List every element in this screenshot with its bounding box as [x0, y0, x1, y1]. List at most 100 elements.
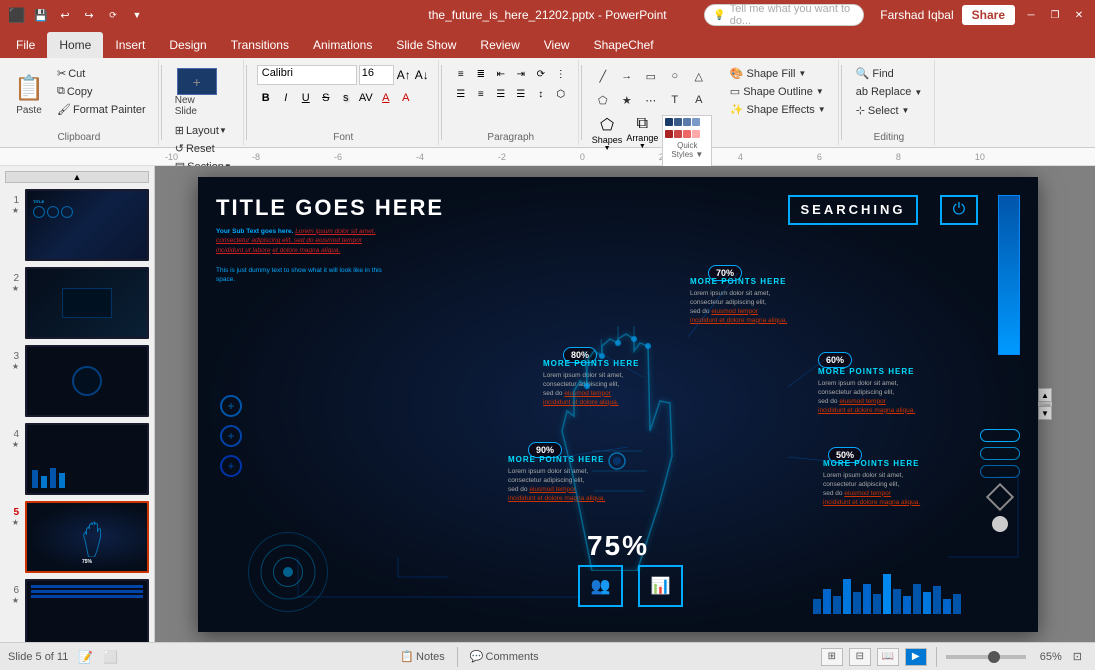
tab-slideshow[interactable]: Slide Show — [384, 32, 468, 58]
arrange-button[interactable]: ⧉ Arrange ▼ — [626, 115, 658, 170]
font-name-dropdown[interactable]: Calibri — [257, 65, 357, 85]
align-justify-button[interactable]: ☰ — [512, 85, 530, 103]
customize-icon[interactable]: ▼ — [128, 6, 146, 24]
bar-9 — [893, 589, 901, 614]
indent-decrease-button[interactable]: ⇤ — [492, 65, 510, 83]
scroll-thumb[interactable] — [1040, 404, 1050, 406]
select-button[interactable]: ⊹ Select ▼ — [852, 102, 914, 119]
triangle-shape-btn[interactable]: △ — [688, 65, 710, 87]
quick-access-toolbar: ⬛ 💾 ↩ ↪ ⟳ ▼ — [8, 6, 146, 24]
cut-button[interactable]: ✂ Cut — [53, 65, 150, 82]
tab-file[interactable]: File — [4, 32, 47, 58]
close-button[interactable]: ✕ — [1071, 7, 1087, 23]
reset-button[interactable]: ↺ Reset — [172, 141, 218, 156]
find-button[interactable]: 🔍 Find — [852, 65, 898, 82]
normal-view-button[interactable]: ⊞ — [821, 648, 843, 666]
rect-shape-btn[interactable]: ▭ — [640, 65, 662, 87]
panel-scroll-up[interactable]: ▲ — [5, 171, 149, 183]
select-icon: ⊹ — [856, 104, 865, 117]
slideshow-button[interactable]: ▶ — [905, 648, 927, 666]
bullets-button[interactable]: ≡ — [452, 65, 470, 83]
slide-thumb-6[interactable]: 6 ★ — [5, 579, 149, 642]
shape-outline-button[interactable]: ▭ Shape Outline ▼ — [726, 83, 830, 100]
arrow-shape-btn[interactable]: → — [616, 65, 638, 87]
align-right-button[interactable]: ☰ — [492, 85, 510, 103]
charspacing-button[interactable]: AV — [357, 89, 375, 107]
strikethrough-button[interactable]: S — [317, 89, 335, 107]
fit-slide-button[interactable]: ⊡ — [1068, 648, 1087, 665]
bold-button[interactable]: B — [257, 89, 275, 107]
slide-sorter-button[interactable]: ⊟ — [849, 648, 871, 666]
star-shape-btn[interactable]: ★ — [616, 89, 638, 111]
pill-2 — [980, 447, 1020, 460]
tab-insert[interactable]: Insert — [103, 32, 157, 58]
slide-thumb-2[interactable]: 2 ★ — [5, 267, 149, 339]
more-shapes-btn[interactable]: ⋯ — [640, 89, 662, 111]
reading-view-button[interactable]: 📖 — [877, 648, 899, 666]
textcolor-button[interactable]: A — [397, 89, 415, 107]
line-spacing-button[interactable]: ↕ — [532, 85, 550, 103]
slide-thumb-5[interactable]: 5 ★ 75% — [5, 501, 149, 573]
slide-thumb-4[interactable]: 4 ★ — [5, 423, 149, 495]
shape-outline-dropdown-icon: ▼ — [816, 87, 824, 96]
zoom-slider[interactable] — [946, 655, 1026, 659]
tell-me-input[interactable]: 💡 Tell me what you want to do... — [704, 4, 864, 26]
smartart-convert-button[interactable]: ⬡ — [552, 85, 570, 103]
tab-shapechef[interactable]: ShapeChef — [582, 32, 666, 58]
ribbon-group-clipboard: 📋 Paste ✂ Cut ⧉ Copy 🖌 Format Painter Cl… — [0, 60, 159, 145]
scroll-down-arrow[interactable]: ▼ — [1038, 406, 1052, 420]
numbering-button[interactable]: ≣ — [472, 65, 490, 83]
slide-thumb-3[interactable]: 3 ★ — [5, 345, 149, 417]
new-slide-button[interactable]: + New Slide — [172, 65, 222, 120]
undo-icon[interactable]: ↩ — [56, 6, 74, 24]
shadow-button[interactable]: s — [337, 89, 355, 107]
text-direction-button[interactable]: ⟳ — [532, 65, 550, 83]
app-icon: ⬛ — [8, 6, 26, 24]
layout-button[interactable]: ⊞ Layout ▼ — [172, 123, 230, 138]
align-center-button[interactable]: ≡ — [472, 85, 490, 103]
font-size-dropdown[interactable]: 16 — [359, 65, 394, 85]
replace-button[interactable]: ab Replace ▼ — [852, 84, 927, 100]
tab-review[interactable]: Review — [468, 32, 531, 58]
redo-icon[interactable]: ↪ — [80, 6, 98, 24]
tab-view[interactable]: View — [532, 32, 582, 58]
indent-increase-button[interactable]: ⇥ — [512, 65, 530, 83]
circle-shape-btn[interactable]: ○ — [664, 65, 686, 87]
zoom-thumb[interactable] — [988, 651, 1000, 663]
italic-button[interactable]: I — [277, 89, 295, 107]
copy-button[interactable]: ⧉ Copy — [53, 83, 150, 100]
qs-swatch-1 — [665, 118, 673, 126]
fontcolor-button[interactable]: A — [377, 89, 395, 107]
repeat-icon[interactable]: ⟳ — [104, 6, 122, 24]
scroll-up-arrow[interactable]: ▲ — [1038, 388, 1052, 402]
share-button[interactable]: Share — [962, 5, 1015, 25]
tab-transitions[interactable]: Transitions — [219, 32, 301, 58]
text-align-cols-button[interactable]: ⋮ — [552, 65, 570, 83]
quick-styles-row2 — [663, 128, 711, 140]
quick-styles-button[interactable]: QuickStyles ▼ — [662, 115, 712, 170]
save-icon[interactable]: 💾 — [32, 6, 50, 24]
paste-button[interactable]: 📋 Paste — [8, 65, 50, 125]
align-left-button[interactable]: ☰ — [452, 85, 470, 103]
increase-font-size-button[interactable]: A↑ — [396, 67, 412, 83]
textbox-shape-btn[interactable]: T — [664, 89, 686, 111]
tab-home[interactable]: Home — [47, 32, 103, 58]
wordart-shape-btn[interactable]: A — [688, 89, 710, 111]
underline-button[interactable]: U — [297, 89, 315, 107]
line-shape-btn[interactable]: ╱ — [592, 65, 614, 87]
vertical-scrollbar[interactable]: ▲ ▼ — [1038, 388, 1052, 420]
restore-button[interactable]: ❐ — [1047, 7, 1063, 23]
pentagon-shape-btn[interactable]: ⬠ — [592, 89, 614, 111]
tab-animations[interactable]: Animations — [301, 32, 384, 58]
tab-design[interactable]: Design — [157, 32, 218, 58]
shapes-button[interactable]: ⬠ Shapes ▼ — [592, 115, 623, 170]
slide-thumb-1[interactable]: 1 ★ TITLE — [5, 189, 149, 261]
comments-button[interactable]: 💬 Comments — [465, 648, 544, 665]
decrease-font-size-button[interactable]: A↓ — [414, 67, 430, 83]
minimize-button[interactable]: ─ — [1023, 7, 1039, 23]
shape-effects-button[interactable]: ✨ Shape Effects ▼ — [726, 101, 830, 118]
slide-canvas[interactable]: TITLE GOES HERE Your Sub Text goes here.… — [198, 177, 1038, 632]
format-painter-button[interactable]: 🖌 Format Painter — [53, 101, 150, 118]
notes-button[interactable]: 📋 Notes — [395, 648, 449, 665]
shape-fill-button[interactable]: 🎨 Shape Fill ▼ — [726, 65, 830, 82]
